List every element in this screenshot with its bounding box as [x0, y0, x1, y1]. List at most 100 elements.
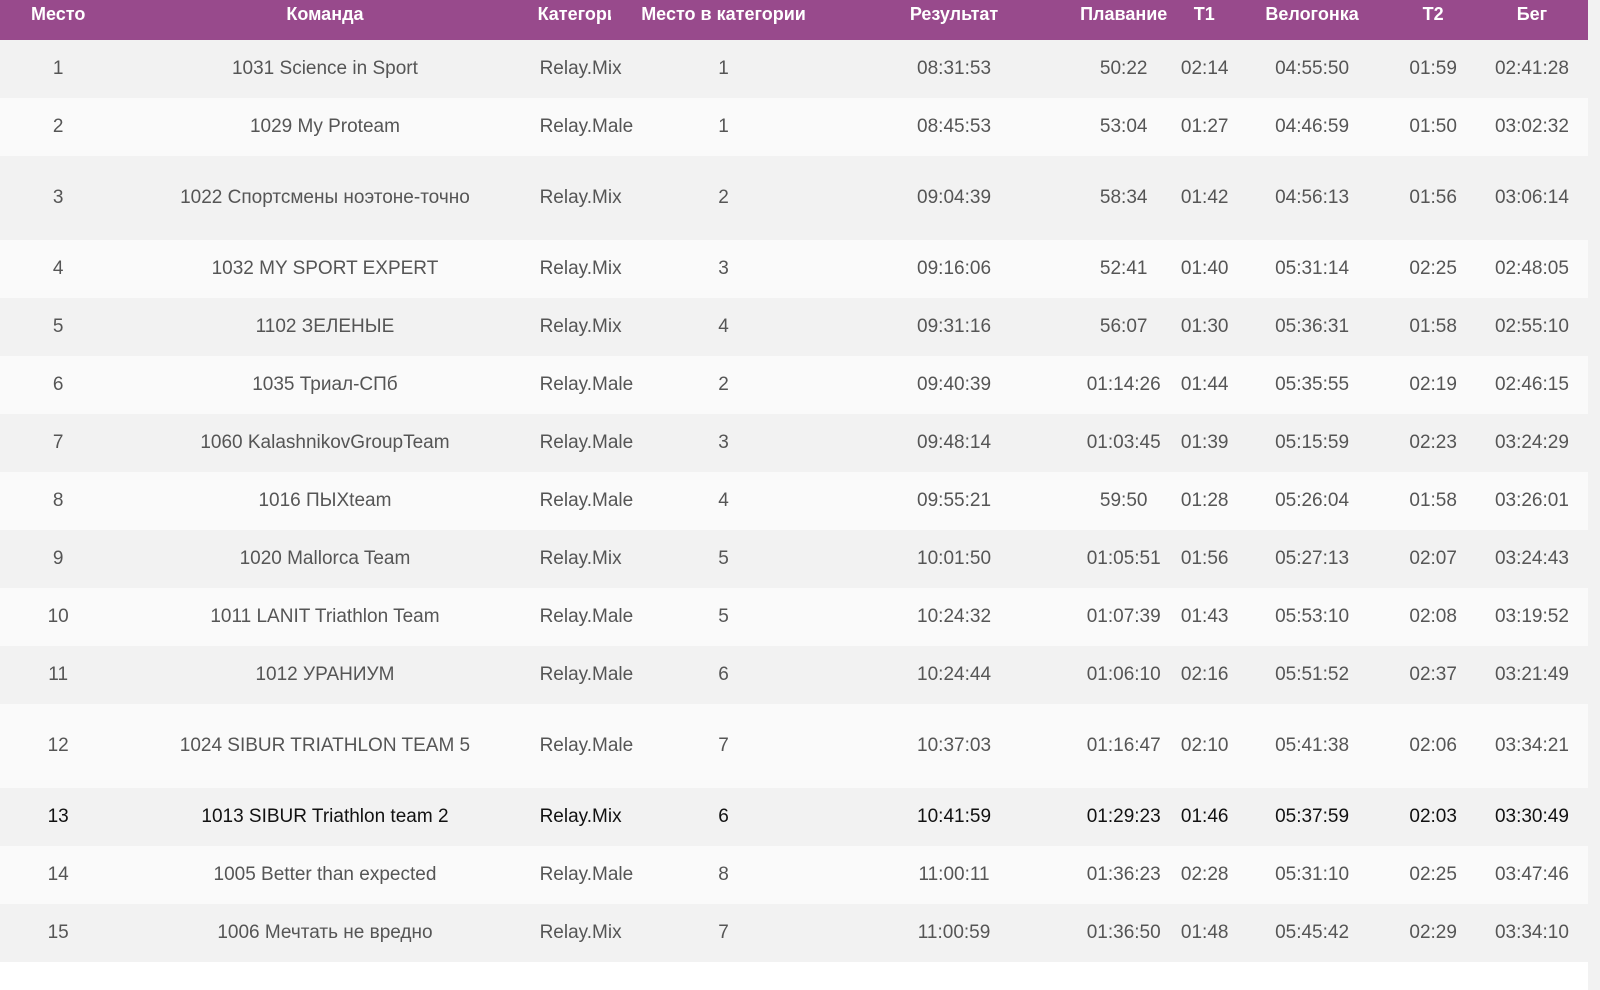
category-cell: Relay.Male: [539, 116, 634, 137]
t2-cell: 02:06: [1409, 735, 1457, 756]
result-cell: 11:00:11: [918, 864, 990, 885]
place-cell: 15: [47, 922, 69, 943]
table-row[interactable]: 2 1029 My Proteam Relay.Male 1 08:45:53 53:04…: [0, 98, 1588, 156]
t2-cell: 02:29: [1409, 922, 1457, 943]
table-row[interactable]: 14 1005 Better than expected Relay.Male 8 11…: [0, 846, 1588, 904]
swim-cell: 01:36:50: [1086, 922, 1161, 943]
bike-cell: 05:26:04: [1275, 490, 1350, 511]
category-place-cell: 3: [718, 258, 729, 279]
result-cell: 09:04:39: [917, 187, 992, 208]
run-cell: 03:21:49: [1494, 664, 1569, 685]
swim-cell: 52:41: [1099, 258, 1148, 279]
category-place-cell: 1: [718, 58, 729, 79]
run-cell: 02:55:10: [1494, 316, 1569, 337]
run-cell: 02:41:28: [1494, 58, 1569, 79]
column-header-t1[interactable]: T1: [1175, 0, 1234, 40]
table-row[interactable]: 13 1013 SIBUR Triathlon team 2 Relay.Mix 6 1…: [0, 788, 1588, 846]
category-place-cell: 7: [718, 922, 729, 943]
swim-cell: 01:05:51: [1086, 548, 1161, 569]
table-body: 1 1031 Science in Sport Relay.Mix 1 08:31:53…: [0, 40, 1588, 962]
place-cell: 9: [52, 548, 64, 569]
category-cell: Relay.Mix: [539, 187, 622, 208]
table-row[interactable]: 15 1006 Мечтать не вредно Relay.Mix 7 11:00:…: [0, 904, 1588, 962]
t1-cell: 02:16: [1180, 664, 1229, 685]
result-cell: 09:48:14: [917, 432, 992, 453]
results-table: Место Команда Категория Место в категори…: [0, 0, 1588, 962]
result-cell: 10:24:32: [917, 606, 992, 627]
column-header-swim[interactable]: Плавание: [1072, 0, 1174, 40]
column-header-category[interactable]: Категория: [534, 0, 612, 40]
column-header-place[interactable]: Место: [0, 0, 116, 40]
t2-cell: 02:25: [1409, 258, 1457, 279]
category-place-cell: 7: [718, 735, 729, 756]
run-cell: 03:47:46: [1494, 864, 1569, 885]
table-row[interactable]: 3 1022 Спортсмены ноэтоне-точно Relay.Mix 2…: [0, 156, 1588, 240]
bike-cell: 05:41:38: [1275, 735, 1350, 756]
category-cell: Relay.Mix: [539, 258, 622, 279]
table-row[interactable]: 12 1024 SIBUR TRIATHLON TEAM 5 Relay.Male 7…: [0, 704, 1588, 788]
t2-cell: 01:58: [1409, 316, 1457, 337]
bike-cell: 05:15:59: [1275, 432, 1350, 453]
column-header-run[interactable]: Бег: [1476, 0, 1588, 40]
place-cell: 4: [52, 258, 64, 279]
t1-cell: 01:28: [1180, 490, 1229, 511]
table-row[interactable]: 8 1016 ПЫХteam Relay.Male 4 09:55:21 59:50 01:…: [0, 472, 1588, 530]
team-cell: 1102 ЗЕЛЕНЫЕ: [255, 316, 395, 337]
team-cell: 1060 KalashnikovGroupTeam: [200, 432, 450, 453]
table-row[interactable]: 10 1011 LANIT Triathlon Team Relay.Male 5 10…: [0, 588, 1588, 646]
team-cell: 1029 My Proteam: [249, 116, 400, 137]
column-header-category-place[interactable]: Место в категории: [611, 0, 835, 40]
bike-cell: 05:53:10: [1275, 606, 1350, 627]
place-cell: 6: [52, 374, 64, 395]
category-place-cell: 2: [718, 187, 729, 208]
result-cell: 10:24:44: [917, 664, 992, 685]
t1-cell: 02:28: [1180, 864, 1229, 885]
category-place-cell: 5: [718, 606, 729, 627]
bike-cell: 04:46:59: [1275, 116, 1350, 137]
table-row[interactable]: 11 1012 УРАНИУМ Relay.Male 6 10:24:44 01:06:1…: [0, 646, 1588, 704]
team-cell: 1005 Better than expected: [213, 864, 437, 885]
team-cell: 1006 Мечтать не вредно: [217, 922, 433, 943]
result-cell: 08:31:53: [917, 58, 992, 79]
table-row[interactable]: 6 1035 Триал-СПб Relay.Male 2 09:40:39 01:14:…: [0, 356, 1588, 414]
result-cell: 11:00:59: [917, 922, 991, 943]
swim-cell: 01:16:47: [1086, 735, 1161, 756]
scrollbar-track[interactable]: [1588, 0, 1600, 990]
category-place-cell: 2: [718, 374, 729, 395]
t1-cell: 01:40: [1180, 258, 1229, 279]
t2-cell: 02:08: [1409, 606, 1457, 627]
swim-cell: 01:36:23: [1086, 864, 1161, 885]
team-cell: 1031 Science in Sport: [231, 58, 418, 79]
category-place-cell: 4: [718, 490, 729, 511]
team-cell: 1013 SIBUR Triathlon team 2: [201, 806, 449, 827]
place-cell: 8: [52, 490, 64, 511]
swim-cell: 56:07: [1099, 316, 1148, 337]
table-header: Место Команда Категория Место в категори…: [0, 0, 1588, 40]
table-row[interactable]: 1 1031 Science in Sport Relay.Mix 1 08:31:53…: [0, 40, 1588, 98]
bike-cell: 05:31:10: [1275, 864, 1350, 885]
header-row: Место Команда Категория Место в категори…: [0, 0, 1588, 40]
table-row[interactable]: 9 1020 Mallorca Team Relay.Mix 5 10:01:50 01:…: [0, 530, 1588, 588]
column-header-t2[interactable]: T2: [1390, 0, 1475, 40]
result-cell: 10:41:59: [917, 806, 992, 827]
category-cell: Relay.Male: [539, 864, 634, 885]
t1-cell: 01:56: [1180, 548, 1229, 569]
result-cell: 08:45:53: [917, 116, 992, 137]
column-header-team[interactable]: Команда: [116, 0, 533, 40]
bike-cell: 05:31:14: [1275, 258, 1350, 279]
bike-cell: 05:45:42: [1275, 922, 1350, 943]
category-cell: Relay.Mix: [539, 806, 622, 827]
category-place-cell: 6: [718, 806, 729, 827]
category-cell: Relay.Mix: [539, 922, 622, 943]
category-place-cell: 1: [718, 116, 729, 137]
column-header-result[interactable]: Результат: [836, 0, 1073, 40]
t1-cell: 01:42: [1180, 187, 1229, 208]
place-cell: 7: [52, 432, 64, 453]
result-cell: 09:16:06: [917, 258, 992, 279]
table-row[interactable]: 5 1102 ЗЕЛЕНЫЕ Relay.Mix 4 09:31:16 56:07 01:3…: [0, 298, 1588, 356]
bike-cell: 05:35:55: [1275, 374, 1350, 395]
t2-cell: 02:25: [1409, 864, 1457, 885]
column-header-bike[interactable]: Велогонка: [1234, 0, 1391, 40]
table-row[interactable]: 4 1032 MY SPORT EXPERT Relay.Mix 3 09:16:06 5…: [0, 240, 1588, 298]
table-row[interactable]: 7 1060 KalashnikovGroupTeam Relay.Male 3 09:…: [0, 414, 1588, 472]
